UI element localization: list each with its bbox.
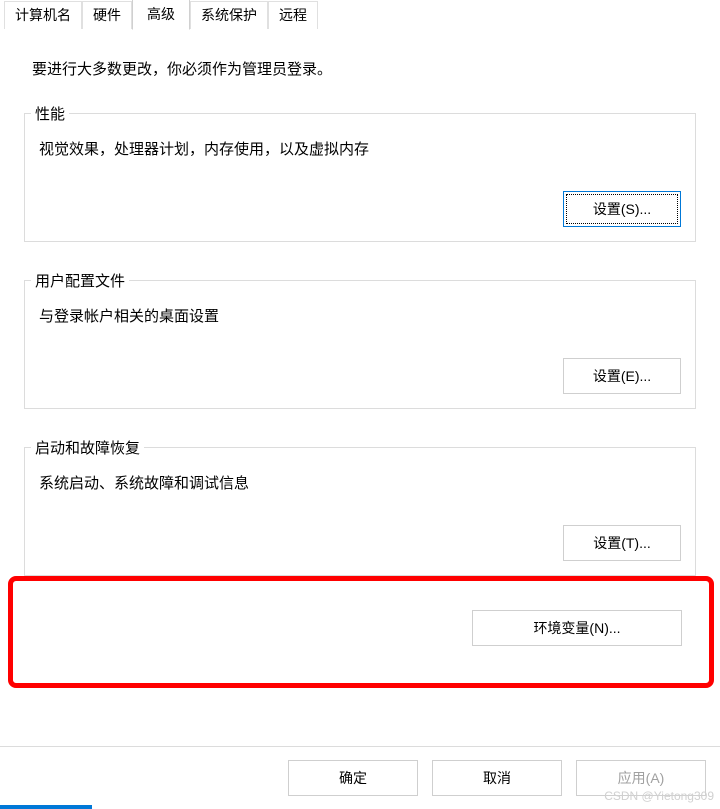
env-vars-row: 环境变量(N)... — [24, 604, 696, 654]
group-performance: 性能 视觉效果，处理器计划，内存使用，以及虚拟内存 设置(S)... — [24, 103, 696, 242]
tab-advanced[interactable]: 高级 — [132, 0, 190, 30]
tab-hardware[interactable]: 硬件 — [82, 1, 132, 29]
tab-strip: 计算机名 硬件 高级 系统保护 远程 — [4, 0, 716, 30]
startup-recovery-settings-button[interactable]: 设置(T)... — [563, 525, 681, 561]
dialog-footer: 确定 取消 应用(A) — [0, 747, 720, 809]
group-user-profiles-desc: 与登录帐户相关的桌面设置 — [25, 291, 695, 330]
group-user-profiles: 用户配置文件 与登录帐户相关的桌面设置 设置(E)... — [24, 270, 696, 409]
tab-system-protection[interactable]: 系统保护 — [190, 1, 268, 29]
performance-settings-button[interactable]: 设置(S)... — [563, 191, 681, 227]
apply-button[interactable]: 应用(A) — [576, 760, 706, 796]
group-startup-recovery-legend: 启动和故障恢复 — [31, 437, 144, 458]
taskbar-progress-sliver — [0, 805, 92, 809]
ok-button[interactable]: 确定 — [288, 760, 418, 796]
cancel-button[interactable]: 取消 — [432, 760, 562, 796]
tab-remote[interactable]: 远程 — [268, 1, 318, 29]
group-performance-legend: 性能 — [31, 103, 69, 124]
admin-notice: 要进行大多数更改，你必须作为管理员登录。 — [32, 58, 696, 79]
environment-variables-button[interactable]: 环境变量(N)... — [472, 610, 682, 646]
group-startup-recovery: 启动和故障恢复 系统启动、系统故障和调试信息 设置(T)... — [24, 437, 696, 576]
tab-computer-name[interactable]: 计算机名 — [4, 1, 82, 29]
tab-content-advanced: 要进行大多数更改，你必须作为管理员登录。 性能 视觉效果，处理器计划，内存使用，… — [0, 30, 720, 664]
group-performance-desc: 视觉效果，处理器计划，内存使用，以及虚拟内存 — [25, 124, 695, 163]
group-user-profiles-legend: 用户配置文件 — [31, 270, 129, 291]
group-startup-recovery-desc: 系统启动、系统故障和调试信息 — [25, 458, 695, 497]
user-profiles-settings-button[interactable]: 设置(E)... — [563, 358, 681, 394]
